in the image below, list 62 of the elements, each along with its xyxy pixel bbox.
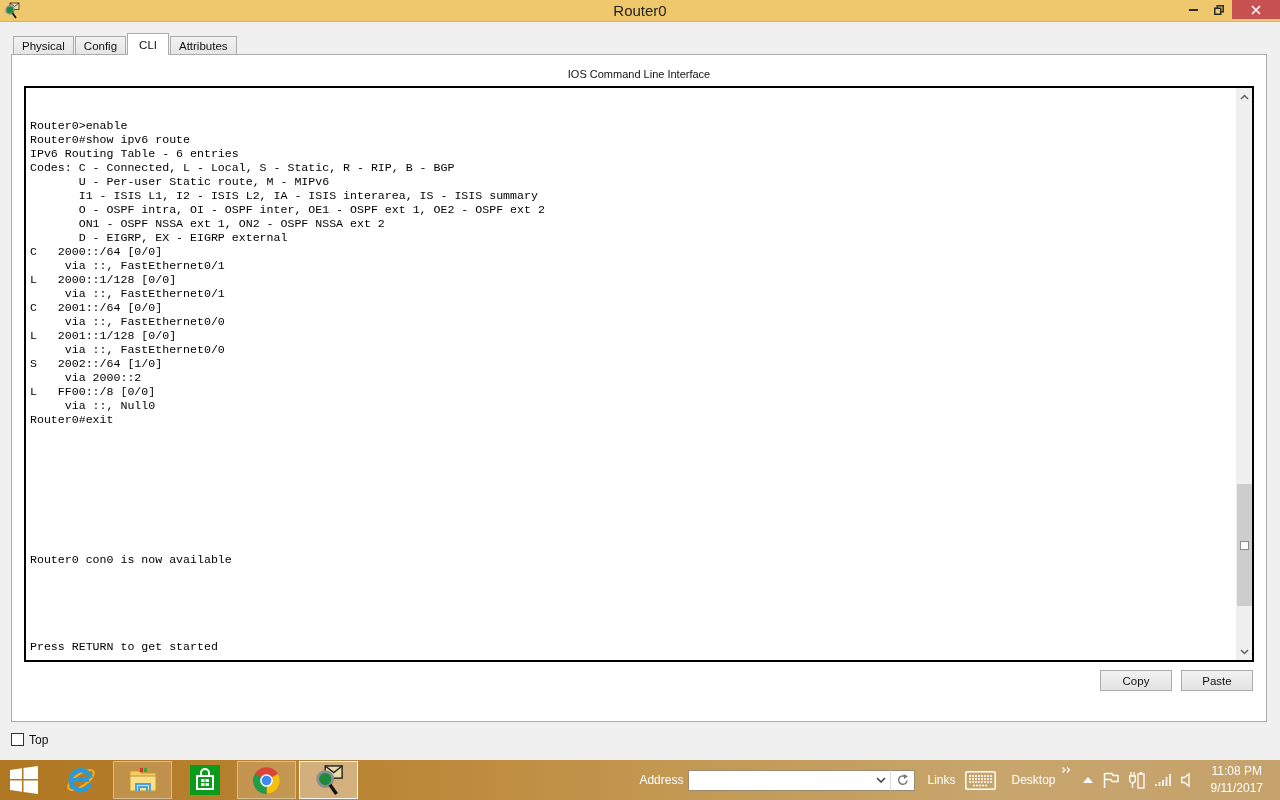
terminal-line: S 2002::/64 [1/0] <box>30 357 163 371</box>
chevron-up-icon[interactable] <box>1239 93 1249 100</box>
close-icon <box>1251 4 1261 15</box>
terminal-line: via ::, FastEthernet0/1 <box>63 259 225 273</box>
signal-bars-icon[interactable] <box>1154 774 1171 786</box>
terminal-line: via ::, FastEthernet0/0 <box>63 315 225 329</box>
terminal-line: Router0 con0 is now available <box>30 553 232 567</box>
terminal-line: L 2001::1/128 [0/0] <box>30 329 177 343</box>
terminal-line: via ::, Null0 <box>63 399 156 413</box>
battery-plug-icon[interactable] <box>1128 771 1145 789</box>
window-title: Router0 <box>613 0 667 21</box>
orbit-logo-icon <box>64 765 97 795</box>
terminal-line: Router0#exit <box>30 413 114 427</box>
chevron-down-icon[interactable] <box>1239 648 1249 655</box>
refresh-button[interactable] <box>891 769 916 791</box>
caret-up-icon[interactable] <box>1082 777 1093 783</box>
folder-icon <box>127 766 158 794</box>
panel-title: IOS Command Line Interface <box>567 67 711 81</box>
tab[interactable]: CLI <box>127 33 169 55</box>
terminal-line: D - EIGRP, EX - EIGRP external <box>77 231 288 245</box>
terminal-line: L 2000::1/128 [0/0] <box>30 273 177 287</box>
keyboard-icon[interactable] <box>965 770 997 790</box>
terminal-line: via ::, FastEthernet0/0 <box>63 343 225 357</box>
taskbar-button[interactable] <box>299 761 358 799</box>
terminal-line: IPv6 Routing Table - 6 entries <box>30 147 239 161</box>
terminal-line: I1 - ISIS L1, I2 - ISIS L2, IA - ISIS interarea, IS - ISIS summary <box>77 189 538 203</box>
terminal-line: Router0#show ipv6 route <box>30 133 191 147</box>
restore-icon <box>1214 4 1224 15</box>
envelope-magnifier-icon <box>313 764 344 796</box>
minimize-icon <box>1188 8 1198 11</box>
ring-logo-icon <box>252 765 281 795</box>
tab[interactable]: Attributes <box>170 36 237 54</box>
terminal-line: O - OSPF intra, OI - OSPF inter, OE1 - OSPF ext 1, OE2 - OSPF ext 2 <box>77 203 545 217</box>
terminal-line: ON1 - OSPF NSSA ext 1, ON2 - OSPF NSSA ext 2 <box>77 217 385 231</box>
toolbar-label: Address <box>639 773 684 787</box>
terminal-line: L FF00::/8 [0/0] <box>30 385 156 399</box>
flag-icon[interactable] <box>1102 772 1119 788</box>
terminal-line: via 2000::2 <box>63 371 142 385</box>
checkbox[interactable] <box>11 733 24 746</box>
refresh-icon <box>896 774 909 786</box>
double-chevron-icon[interactable] <box>1061 767 1071 773</box>
terminal-line: Press RETURN to get started <box>30 640 218 654</box>
tab[interactable]: Physical <box>13 36 74 54</box>
speaker-icon[interactable] <box>1180 773 1190 787</box>
checkbox-label: Top <box>29 732 49 747</box>
scrollbar-thumb[interactable] <box>1236 484 1252 606</box>
terminal-line: Router0>enable <box>30 119 128 133</box>
action-button[interactable]: Copy <box>1100 670 1172 691</box>
grip-icon <box>1239 540 1249 550</box>
terminal-line: Codes: C - Connected, L - Local, S - Static, R - RIP, B - BGP <box>30 161 455 175</box>
four-panes-icon <box>10 766 38 794</box>
action-button[interactable]: Paste <box>1181 670 1253 691</box>
toolbar-label: Desktop <box>1011 773 1056 787</box>
shopping-bag-icon <box>189 765 220 795</box>
terminal-line: C 2000::/64 [0/0] <box>30 245 163 259</box>
terminal-line: C 2001::/64 [0/0] <box>30 301 163 315</box>
tab[interactable]: Config <box>74 36 127 54</box>
toolbar-label: Links <box>927 773 956 787</box>
envelope-magnifier-icon[interactable] <box>4 2 20 19</box>
terminal-line: U - Per-user Static route, M - MIPv6 <box>77 175 330 189</box>
terminal-line: via ::, FastEthernet0/1 <box>63 287 225 301</box>
scrollbar[interactable] <box>1236 88 1252 660</box>
